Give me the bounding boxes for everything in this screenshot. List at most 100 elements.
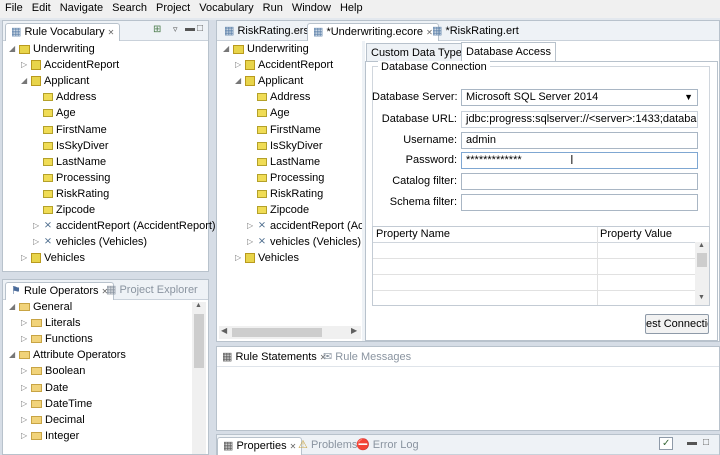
editor-tab[interactable]: ▦ RiskRating.ers	[219, 23, 314, 40]
scroll-up-icon[interactable]: ▲	[698, 242, 705, 249]
view-menu-icon[interactable]: ▿	[173, 24, 178, 35]
collapse-arrow-icon[interactable]: ▷	[247, 234, 257, 250]
menu-project[interactable]: Project	[151, 0, 194, 14]
operator-tree-item[interactable]: ▷ Decimal	[21, 412, 85, 428]
catalog-filter-field[interactable]	[461, 173, 698, 190]
database-server-select[interactable]: Microsoft SQL Server 2014 ▼	[461, 89, 698, 106]
minimize-icon[interactable]: ▬	[687, 437, 697, 448]
tree-item[interactable]: FirstName	[247, 122, 321, 138]
tree-item[interactable]: IsSkyDiver	[33, 138, 109, 154]
tree-item[interactable]: ◢ Applicant	[21, 73, 89, 89]
menu-search[interactable]: Search	[107, 0, 151, 14]
operator-tree-item[interactable]: ◢ General	[9, 299, 72, 315]
tree-item[interactable]: ▷ ⨯ accidentReport (Accic	[247, 218, 377, 234]
tab-database-access[interactable]: Database Access	[461, 42, 556, 61]
tree-item[interactable]: ▷ Vehicles	[21, 250, 85, 266]
tree-item[interactable]: ▷ AccidentReport	[21, 57, 119, 73]
collapse-arrow-icon[interactable]: ▷	[21, 412, 31, 428]
tree-item[interactable]: ◢ Applicant	[235, 73, 303, 89]
collapse-arrow-icon[interactable]: ▷	[21, 250, 31, 266]
tree-item[interactable]: ▷ ⨯ vehicles (Vehicles)	[247, 234, 361, 250]
expand-arrow-icon[interactable]: ◢	[21, 73, 31, 89]
tab-rule-statements[interactable]: ▦ Rule Statements ✕	[217, 349, 332, 366]
schema-filter-field[interactable]	[461, 194, 698, 211]
password-field[interactable]: ************* ‍I	[461, 152, 698, 169]
operator-tree-item[interactable]: ▷ Integer	[21, 428, 79, 444]
tab-rule-vocabulary[interactable]: ▦ Rule Vocabulary ✕	[5, 23, 121, 41]
tree-item[interactable]: ▷ ⨯ accidentReport (AccidentReport)	[33, 218, 216, 234]
collapse-arrow-icon[interactable]: ▷	[33, 218, 43, 234]
scroll-left-icon[interactable]: ◀	[221, 326, 227, 335]
operator-tree-item[interactable]: ◢ Attribute Operators	[9, 347, 126, 363]
scrollbar-thumb[interactable]	[697, 253, 707, 267]
collapse-arrow-icon[interactable]: ▷	[21, 315, 31, 331]
menu-file[interactable]: File	[0, 0, 27, 14]
expand-arrow-icon[interactable]: ◢	[9, 347, 19, 363]
pin-icon[interactable]: ✓	[659, 437, 674, 450]
tree-item[interactable]: Address	[247, 89, 310, 105]
tree-item[interactable]: RiskRating	[247, 186, 323, 202]
menu-edit[interactable]: Edit	[27, 0, 55, 14]
tab-error-log[interactable]: ⛔ Error Log	[351, 437, 424, 454]
collapse-arrow-icon[interactable]: ▷	[21, 363, 31, 379]
collapse-arrow-icon[interactable]: ▷	[33, 234, 43, 250]
operator-tree-item[interactable]: ▷ Functions	[21, 331, 93, 347]
username-field[interactable]: admin	[461, 132, 698, 149]
tree-item[interactable]: RiskRating	[33, 186, 109, 202]
expand-arrow-icon[interactable]: ◢	[9, 41, 19, 57]
scrollbar-thumb[interactable]	[194, 314, 204, 368]
editor-tab[interactable]: ▦ *Underwriting.ecore ✕	[307, 23, 439, 41]
minimize-icon[interactable]: ▬	[185, 23, 195, 34]
close-icon[interactable]: ✕	[108, 28, 115, 37]
column-header-property-value[interactable]: Property Value	[600, 228, 672, 240]
tree-item[interactable]: LastName	[247, 154, 320, 170]
scroll-down-icon[interactable]: ▼	[698, 294, 705, 301]
test-connection-button[interactable]: est Connectio	[645, 314, 709, 334]
collapse-arrow-icon[interactable]: ▷	[21, 380, 31, 396]
table-scrollbar[interactable]: ▲ ▼	[695, 242, 709, 305]
maximize-icon[interactable]: □	[197, 23, 203, 34]
operator-tree-item[interactable]: ▷ Boolean	[21, 363, 85, 379]
column-header-property-name[interactable]: Property Name	[376, 228, 450, 240]
tree-item[interactable]: FirstName	[33, 122, 107, 138]
scroll-up-icon[interactable]: ▲	[195, 302, 202, 309]
menu-run[interactable]: Run	[258, 0, 287, 14]
collapse-arrow-icon[interactable]: ▷	[21, 428, 31, 444]
expand-arrow-icon[interactable]: ◢	[9, 299, 19, 315]
tree-item[interactable]: ◢ Underwriting	[223, 41, 309, 57]
tree-item[interactable]: Address	[33, 89, 96, 105]
tree-item[interactable]: Zipcode	[247, 202, 309, 218]
tree-item[interactable]: ◢ Underwriting	[9, 41, 95, 57]
tree-item[interactable]: Age	[33, 105, 76, 121]
tree-item[interactable]: ▷ AccidentReport	[235, 57, 333, 73]
tree-item[interactable]: ▷ Vehicles	[235, 250, 299, 266]
tab-rule-operators[interactable]: ⚑ Rule Operators ✕	[5, 282, 115, 300]
tree-item[interactable]: ▷ ⨯ vehicles (Vehicles)	[33, 234, 147, 250]
tab-rule-messages[interactable]: ✉ Rule Messages	[318, 349, 416, 366]
tree-item[interactable]: Processing	[33, 170, 110, 186]
operator-tree-item[interactable]: ▷ Date	[21, 380, 68, 396]
tree-item[interactable]: Zipcode	[33, 202, 95, 218]
collapse-arrow-icon[interactable]: ▷	[235, 250, 245, 266]
tree-item[interactable]: Age	[247, 105, 290, 121]
scroll-right-icon[interactable]: ▶	[351, 326, 357, 335]
menu-help[interactable]: Help	[335, 0, 367, 14]
tab-custom-data-types[interactable]: Custom Data Types	[366, 43, 473, 61]
editor-tree-hscrollbar[interactable]: ◀ ▶	[219, 326, 361, 339]
collapse-arrow-icon[interactable]: ▷	[21, 331, 31, 347]
editor-tab[interactable]: ▦ *RiskRating.ert	[427, 23, 524, 40]
menu-vocabulary[interactable]: Vocabulary	[194, 0, 257, 14]
tree-item[interactable]: IsSkyDiver	[247, 138, 323, 154]
tree-item[interactable]: LastName	[33, 154, 106, 170]
menu-navigate[interactable]: Navigate	[55, 0, 107, 14]
maximize-icon[interactable]: □	[703, 437, 709, 448]
collapse-arrow-icon[interactable]: ▷	[21, 57, 31, 73]
database-url-field[interactable]: jdbc:progress:sqlserver://<server>:1433;…	[461, 111, 698, 128]
operator-tree-item[interactable]: ▷ DateTime	[21, 396, 92, 412]
tab-properties[interactable]: ▦ Properties ✕	[217, 437, 303, 455]
collapse-arrow-icon[interactable]: ▷	[21, 396, 31, 412]
operator-tree-item[interactable]: ▷ Literals	[21, 315, 80, 331]
expand-arrow-icon[interactable]: ◢	[235, 73, 245, 89]
collapse-arrow-icon[interactable]: ▷	[247, 218, 257, 234]
expand-arrow-icon[interactable]: ◢	[223, 41, 233, 57]
